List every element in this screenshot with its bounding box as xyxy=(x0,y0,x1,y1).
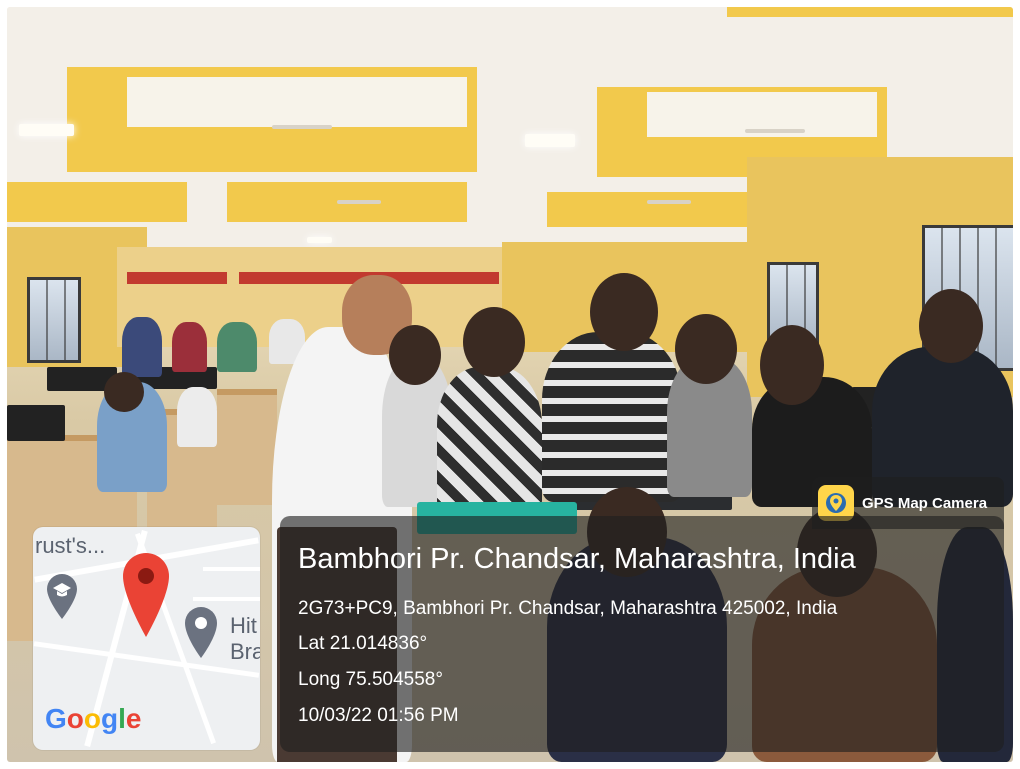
ceiling-fan xyxy=(337,200,381,204)
head xyxy=(675,314,737,384)
google-logo-letter: G xyxy=(45,703,67,734)
head xyxy=(760,325,824,405)
timestamp: 10/03/22 01:56 PM xyxy=(298,705,459,726)
google-logo-letter: o xyxy=(66,703,84,734)
ceiling-panel xyxy=(727,7,1013,17)
map-label-right-2: Bra xyxy=(230,639,260,664)
ceiling-light xyxy=(19,124,74,136)
school-marker-icon xyxy=(47,574,77,619)
map-label-right-1: Hit xyxy=(230,613,257,638)
longitude: Long 75.504558° xyxy=(298,669,443,690)
person xyxy=(122,317,162,377)
ceiling-light xyxy=(307,237,332,243)
map-road xyxy=(33,641,260,678)
map-road xyxy=(203,567,260,571)
map-road xyxy=(193,597,260,601)
head xyxy=(389,325,441,385)
google-logo-letter: o xyxy=(83,703,101,734)
place-marker-icon xyxy=(185,607,217,658)
head xyxy=(104,372,144,412)
monitor xyxy=(7,405,65,441)
student-seated xyxy=(177,387,217,447)
ceiling-light xyxy=(525,134,575,147)
student-checked-shirt xyxy=(437,367,542,512)
head xyxy=(463,307,525,377)
ceiling-panel xyxy=(7,182,187,222)
google-logo-letter: e xyxy=(125,703,142,734)
desk xyxy=(217,389,277,505)
student-striped-sweater xyxy=(542,332,682,502)
ceiling-fan xyxy=(272,125,332,129)
map-label-left: rust's... xyxy=(35,533,106,558)
head xyxy=(590,273,658,351)
brand-label: GPS Map Camera xyxy=(862,494,988,512)
window xyxy=(27,277,81,363)
google-logo: Google xyxy=(45,703,141,735)
google-logo-letter: g xyxy=(101,703,119,734)
location-address: 2G73+PC9, Bambhori Pr. Chandsar, Maharas… xyxy=(298,598,838,619)
door-frame xyxy=(127,272,227,284)
map-thumbnail: rust's... Hit Bra Google xyxy=(33,527,260,750)
google-logo-letter: l xyxy=(118,703,126,734)
location-pin-icon xyxy=(123,553,169,637)
person xyxy=(217,322,257,372)
person xyxy=(172,322,207,372)
head xyxy=(919,289,983,363)
ceiling-panel xyxy=(547,192,757,227)
location-title: Bambhori Pr. Chandsar, Maharashtra, Indi… xyxy=(298,543,856,575)
ceiling-panel-inner xyxy=(127,77,467,127)
ceiling-fan xyxy=(745,129,805,133)
latitude: Lat 21.014836° xyxy=(298,633,428,654)
ceiling-fan xyxy=(647,200,691,204)
